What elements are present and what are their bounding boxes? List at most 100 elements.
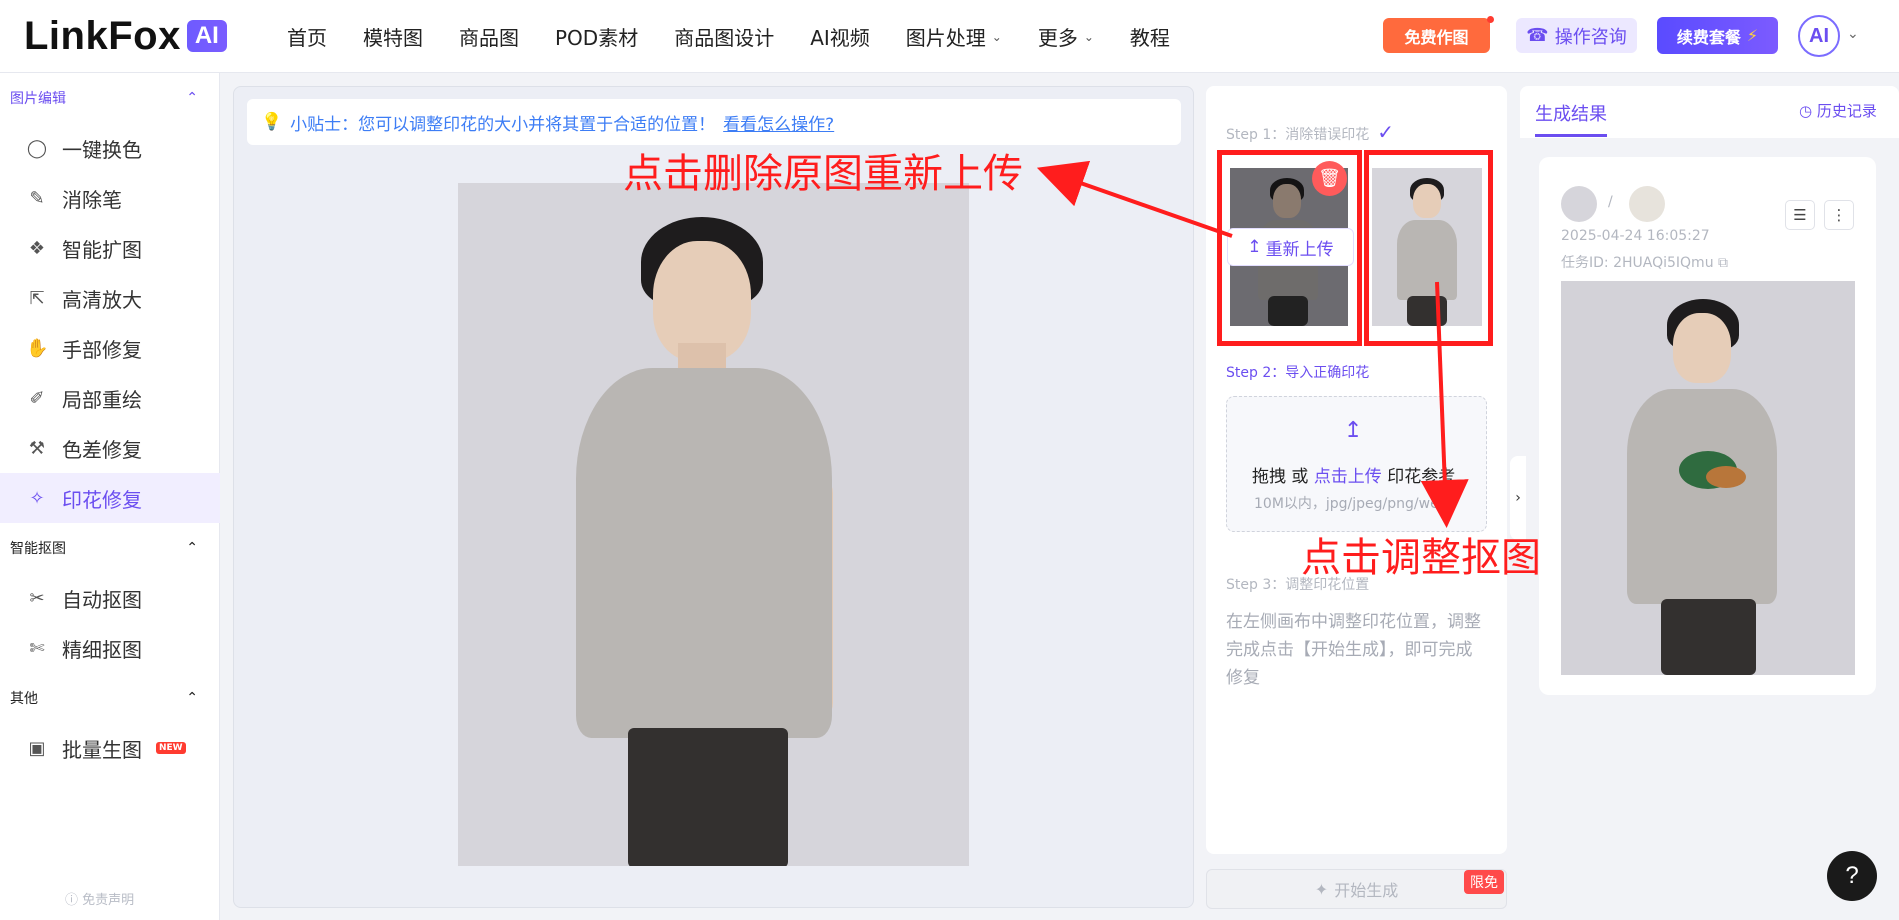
- result-task-id: 任务ID: 2HUAQi5IQmu ⧉: [1561, 252, 1728, 272]
- section-header-image-edit[interactable]: 图片编辑 ⌃: [0, 73, 220, 123]
- nav-product[interactable]: 商品图: [459, 22, 519, 51]
- section-header-other[interactable]: 其他 ⌃: [0, 673, 220, 723]
- step1-title: Step 1：消除错误印花 ✓: [1226, 120, 1394, 144]
- chevron-down-icon[interactable]: ⌄: [1847, 26, 1859, 42]
- info-icon: ⓘ: [65, 893, 79, 908]
- upload-icon: ↥: [1247, 237, 1262, 257]
- nav-tutorial[interactable]: 教程: [1130, 22, 1170, 51]
- free-create-button[interactable]: 免费作图: [1383, 16, 1494, 53]
- result-face: [1673, 313, 1731, 383]
- chevron-up-icon: ⌃: [186, 540, 198, 556]
- step3-description: 在左侧画布中调整印花位置，调整完成点击【开始生成】，即可完成修复: [1226, 612, 1481, 688]
- nav-ai-video[interactable]: AI视频: [810, 22, 870, 51]
- history-link[interactable]: ◷ 历史记录: [1799, 100, 1877, 121]
- nav-label: 更多: [1037, 26, 1078, 50]
- magic-wand-icon: ✦: [1314, 879, 1329, 899]
- result-image[interactable]: [1561, 281, 1855, 675]
- image-icon: ▣: [28, 737, 46, 759]
- result-date: 2025-04-24 16:05:27: [1561, 228, 1710, 244]
- sidebar-item-batch[interactable]: ▣ 批量生图 NEW: [0, 723, 220, 773]
- canvas-model-photo[interactable]: [458, 183, 969, 866]
- more-icon[interactable]: ⋮: [1824, 200, 1854, 230]
- step2-title: Step 2：导入正确印花: [1226, 362, 1369, 382]
- sidebar-item-label: 消除笔: [62, 187, 122, 212]
- tab-results[interactable]: 生成结果: [1535, 100, 1607, 126]
- photo-tshirt: [576, 368, 832, 738]
- logo[interactable]: LinkFox AI: [24, 13, 227, 58]
- nav-product-design[interactable]: 商品图设计: [674, 22, 774, 51]
- top-header: LinkFox AI 首页 模特图 商品图 POD素材 商品图设计 AI视频 图…: [0, 0, 1899, 73]
- copy-icon[interactable]: ⧉: [1718, 255, 1728, 271]
- sidebar-item-label: 高清放大: [62, 287, 142, 312]
- lightning-icon: ⚡: [1746, 26, 1759, 45]
- user-avatar[interactable]: AI: [1798, 15, 1840, 57]
- renew-plan-button[interactable]: 续费套餐 ⚡: [1657, 17, 1778, 54]
- upload-hint: 10M以内，jpg/jpeg/png/webp: [1254, 496, 1457, 512]
- chevron-up-icon: ⌃: [186, 90, 198, 106]
- tip-text: 小贴士：您可以调整印花的大小并将其置于合适的位置！: [290, 114, 716, 135]
- sidebar-item-auto-cutout[interactable]: ✂ 自动抠图: [0, 573, 220, 623]
- nav-image-processing[interactable]: 图片处理 ⌄: [906, 22, 1002, 51]
- sidebar-item-label: 一键换色: [62, 137, 142, 162]
- eraser-icon: ✎: [29, 187, 45, 209]
- section-title: 图片编辑: [10, 91, 66, 107]
- upload-drag-label: 拖拽 或: [1252, 467, 1314, 487]
- consult-button[interactable]: ☎ 操作咨询: [1516, 18, 1637, 53]
- history-label: 历史记录: [1816, 102, 1877, 120]
- logo-badge: AI: [186, 20, 227, 52]
- nav-label: POD素材: [555, 26, 639, 50]
- nav-more[interactable]: 更多 ⌄: [1038, 22, 1094, 51]
- upload-text: 拖拽 或 点击上传 印花参考: [1252, 462, 1455, 487]
- result-tshirt: [1627, 389, 1777, 604]
- sidebar-item-recolor[interactable]: ◯ 一键换色: [0, 123, 220, 173]
- sidebar-item-expand[interactable]: ❖ 智能扩图: [0, 223, 220, 273]
- delete-icon[interactable]: 🗑: [1312, 161, 1347, 196]
- button-label: 开始生成: [1334, 881, 1399, 900]
- upload-icon: ↥: [1344, 418, 1363, 443]
- phone-icon: ☎: [1526, 25, 1549, 46]
- chevron-up-icon: ⌃: [186, 690, 198, 706]
- nav-label: 商品图: [459, 26, 519, 50]
- notification-dot: [1487, 16, 1494, 23]
- logo-text: LinkFox: [24, 13, 181, 58]
- thumb-pants: [1268, 296, 1308, 326]
- help-button[interactable]: ?: [1827, 851, 1877, 901]
- sidebar-item-label: 智能扩图: [62, 237, 142, 262]
- generate-button[interactable]: ✦ 开始生成: [1206, 869, 1507, 909]
- sidebar-item-fine-cutout[interactable]: ✄ 精细抠图: [0, 623, 220, 673]
- thumb-face: [1413, 184, 1441, 218]
- thumb-pants: [1407, 296, 1447, 326]
- step-label: Step 1：消除错误印花: [1226, 127, 1370, 143]
- sidebar-item-label: 局部重绘: [62, 387, 142, 412]
- sidebar: 图片编辑 ⌃ ◯ 一键换色 ✎ 消除笔 ❖ 智能扩图 ⇱ 高清放大 ✋ 手部修复 ✐ 局部重绘…: [0, 73, 220, 920]
- section-title: 其他: [10, 691, 38, 707]
- tip-bar: 💡 小贴士：您可以调整印花的大小并将其置于合适的位置！ 看看怎么操作?: [247, 99, 1181, 145]
- print-thumbnail: [1629, 186, 1665, 222]
- sidebar-item-upscale[interactable]: ⇱ 高清放大: [0, 273, 220, 323]
- disclaimer-link[interactable]: ⓘ 免责声明: [65, 889, 134, 908]
- sidebar-item-label: 手部修复: [62, 337, 142, 362]
- sidebar-item-hand-fix[interactable]: ✋ 手部修复: [0, 323, 220, 373]
- photo-pants: [628, 728, 788, 866]
- sidebar-item-eraser[interactable]: ✎ 消除笔: [0, 173, 220, 223]
- upload-link[interactable]: 点击上传: [1314, 467, 1382, 487]
- section-header-cutout[interactable]: 智能抠图 ⌃: [0, 523, 220, 573]
- section-title: 智能抠图: [10, 541, 66, 557]
- new-badge: NEW: [156, 742, 186, 754]
- tip-link[interactable]: 看看怎么操作?: [723, 110, 834, 135]
- result-pants: [1661, 599, 1756, 675]
- nav-pod[interactable]: POD素材: [555, 22, 638, 51]
- sidebar-item-inpaint[interactable]: ✐ 局部重绘: [0, 373, 220, 423]
- upscale-icon: ⇱: [29, 287, 45, 309]
- nav-home[interactable]: 首页: [287, 22, 327, 51]
- check-icon: ✓: [1377, 120, 1394, 144]
- cutout-thumbnail[interactable]: [1372, 168, 1482, 326]
- settings-icon[interactable]: ☰: [1785, 200, 1815, 230]
- nav-model[interactable]: 模特图: [363, 22, 423, 51]
- reupload-button[interactable]: ↥ 重新上传: [1227, 228, 1354, 266]
- button-label: 续费套餐: [1676, 27, 1741, 47]
- auto-cutout-icon: ✂: [29, 587, 45, 609]
- sidebar-item-color-fix[interactable]: ⚒ 色差修复: [0, 423, 220, 473]
- sidebar-item-print-fix[interactable]: ✧ 印花修复: [0, 473, 220, 523]
- sparkle-icon: ✧: [29, 487, 45, 509]
